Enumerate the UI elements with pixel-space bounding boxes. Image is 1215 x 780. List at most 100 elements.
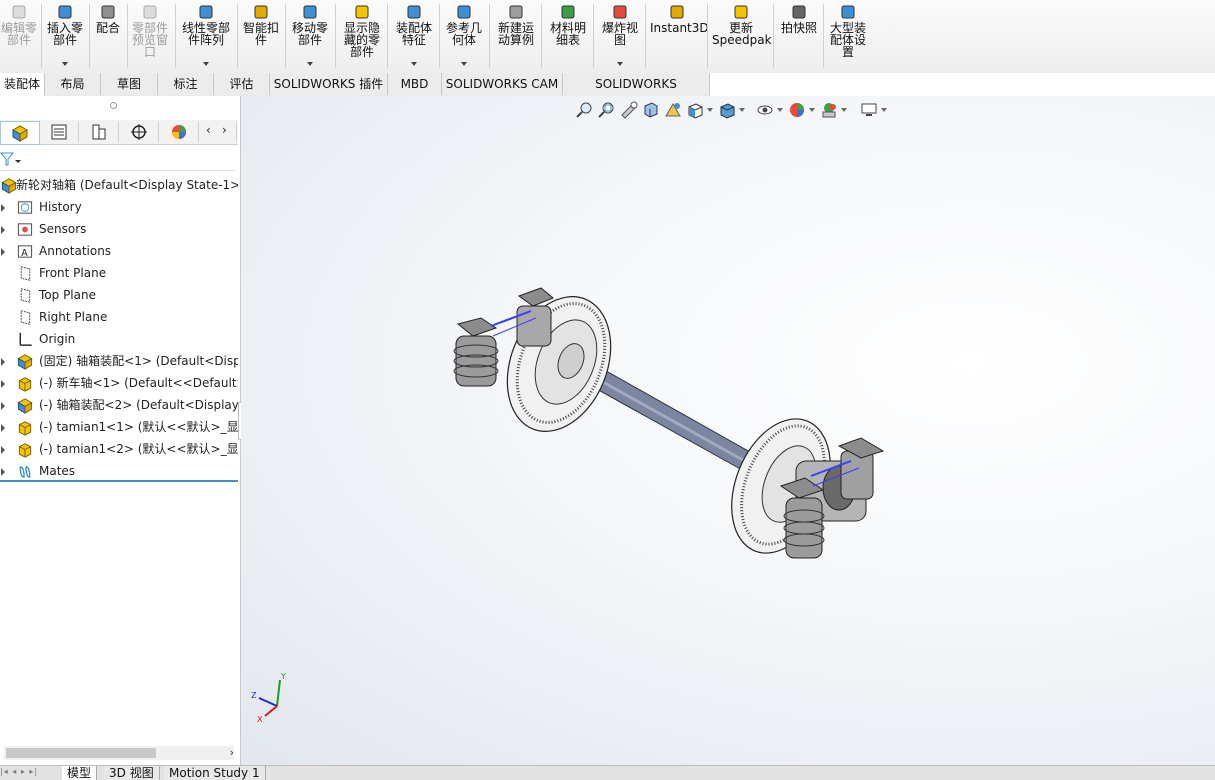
insert-part-label: 插入零 部件	[46, 21, 83, 47]
show-hidden-button[interactable]: 显示隐 藏的零 部件	[340, 0, 384, 72]
tree-item[interactable]: Front Plane	[0, 262, 238, 284]
new-motion-study-button[interactable]: 新建运 动算例	[494, 0, 538, 72]
bottom-tab-1[interactable]: 3D 视图	[104, 766, 160, 780]
dynamic-annotation-icon[interactable]	[664, 101, 682, 119]
display-manager-tab[interactable]	[160, 121, 199, 143]
assembly-tree-icon	[11, 125, 29, 142]
view-orientation-icon[interactable]	[686, 101, 704, 119]
expand-arrow-icon[interactable]	[1, 248, 5, 256]
expand-arrow-icon[interactable]	[1, 380, 5, 388]
apply-scene-dropdown-icon[interactable]	[841, 108, 847, 112]
bottom-tab-2[interactable]: Motion Study 1	[164, 766, 266, 780]
tab-4[interactable]: 评估	[214, 73, 270, 95]
chevron-right-icon[interactable]: ›	[222, 123, 227, 137]
tab-1[interactable]: 布局	[45, 73, 101, 95]
expand-arrow-icon[interactable]	[1, 402, 5, 410]
previous-view-icon[interactable]	[620, 101, 638, 119]
chevron-left-icon[interactable]: ‹	[206, 123, 211, 137]
edit-part-button[interactable]: 编辑零 部件	[0, 0, 38, 72]
edit-appearance-icon[interactable]	[788, 101, 806, 119]
snapshot-button[interactable]: 拍快照	[778, 0, 820, 72]
property-manager-tab[interactable]	[40, 121, 79, 143]
filter-icon[interactable]	[0, 151, 22, 167]
section-view-icon[interactable]	[642, 101, 660, 119]
tree-item[interactable]: (-) 新车轴<1> (Default<<Default>_	[0, 372, 238, 394]
tree-item[interactable]: Right Plane	[0, 306, 238, 328]
reference-geometry-label: 参考几 何体	[445, 21, 482, 47]
mate-label: 配合	[95, 21, 120, 35]
view-settings-dropdown-icon[interactable]	[881, 108, 887, 112]
configuration-manager-tab[interactable]	[80, 121, 119, 143]
part-preview-button[interactable]: 零部件 预览窗 口	[128, 0, 172, 72]
linear-pattern-button[interactable]: 线性零部 件阵列	[178, 0, 234, 72]
zoom-to-area-icon[interactable]	[598, 101, 616, 119]
expand-arrow-icon[interactable]	[1, 468, 5, 476]
insert-part-button[interactable]: 插入零 部件	[44, 0, 86, 72]
left-wheel[interactable]	[488, 281, 629, 447]
expand-arrow-icon[interactable]	[1, 358, 5, 366]
dimxpert-tab[interactable]	[120, 121, 159, 143]
bom-button[interactable]: 材料明 细表	[546, 0, 590, 72]
expand-arrow-icon[interactable]	[1, 446, 5, 454]
move-part-button[interactable]: 移动零 部件	[288, 0, 332, 72]
tree-root-assembly[interactable]: 新轮对轴箱 (Default<Display State-1>)	[0, 174, 238, 196]
tab-nav-arrows[interactable]: |◂ ◂ ▸ ▸|	[0, 767, 56, 779]
exploded-view-button[interactable]: 爆炸视 图	[598, 0, 642, 72]
tab-3[interactable]: 标注	[158, 73, 214, 95]
graphics-area[interactable]: ◧ ◨ ✕	[241, 96, 1215, 765]
tab-6[interactable]: MBD	[388, 73, 442, 95]
display-style-dropdown-icon[interactable]	[739, 108, 745, 112]
hide-show-dropdown-icon[interactable]	[777, 108, 783, 112]
apply-scene-icon[interactable]	[820, 101, 838, 119]
view-settings-icon[interactable]	[860, 101, 878, 119]
assembly-feature-dropdown-icon[interactable]	[411, 62, 417, 66]
tree-item[interactable]: (-) tamian1<1> (默认<<默认>_显示	[0, 416, 238, 438]
panel-splitter[interactable]	[110, 102, 117, 109]
tree-item[interactable]: Origin	[0, 328, 238, 350]
tree-item[interactable]: Top Plane	[0, 284, 238, 306]
view-orientation-dropdown-icon[interactable]	[707, 108, 713, 112]
linear-pattern-dropdown-icon[interactable]	[203, 62, 209, 66]
horizontal-scrollbar[interactable]: ›	[4, 746, 234, 760]
scrollbar-thumb[interactable]	[6, 748, 156, 758]
expand-arrow-icon[interactable]	[1, 204, 5, 212]
zoom-to-fit-icon[interactable]	[576, 101, 594, 119]
tree-item[interactable]: (-) 轴箱装配<2> (Default<Display S	[0, 394, 238, 416]
panel-tab-scroll[interactable]: ‹ ›	[200, 121, 237, 143]
part-icon	[18, 443, 32, 458]
feature-manager-tab[interactable]	[0, 121, 40, 145]
large-assembly-button[interactable]: 大型装 配体设 置	[826, 0, 870, 72]
hide-show-items-icon[interactable]	[756, 101, 774, 119]
tab-0[interactable]: 装配体	[0, 73, 45, 96]
assembly-feature-button[interactable]: 装配体 特征	[392, 0, 436, 72]
tree-item[interactable]: Sensors	[0, 218, 238, 240]
scroll-right-icon[interactable]: ›	[230, 746, 234, 759]
mate-button[interactable]: 配合	[92, 0, 124, 72]
display-style-icon[interactable]	[718, 101, 736, 119]
move-part-dropdown-icon[interactable]	[307, 62, 313, 66]
tree-item[interactable]: History	[0, 196, 238, 218]
mate-icon	[101, 5, 115, 19]
new-motion-study-icon	[509, 5, 523, 19]
tree-item[interactable]: Mates	[0, 460, 238, 482]
instant3d-button[interactable]: Instant3D	[650, 0, 709, 72]
tree-item-label: Right Plane	[39, 310, 108, 324]
exploded-view-dropdown-icon[interactable]	[617, 62, 623, 66]
tab-5[interactable]: SOLIDWORKS 插件	[270, 73, 388, 95]
tree-item[interactable]: (-) tamian1<2> (默认<<默认>_显示	[0, 438, 238, 460]
reference-geometry-button[interactable]: 参考几 何体	[442, 0, 486, 72]
tab-7[interactable]: SOLIDWORKS CAM	[442, 73, 563, 95]
bottom-tab-0[interactable]: 模型	[62, 766, 98, 780]
expand-arrow-icon[interactable]	[1, 226, 5, 234]
tab-2[interactable]: 草图	[101, 73, 158, 95]
insert-part-dropdown-icon[interactable]	[62, 62, 68, 66]
wheelset-model[interactable]	[441, 276, 911, 596]
edit-appearance-dropdown-icon[interactable]	[809, 108, 815, 112]
tree-item[interactable]: A Annotations	[0, 240, 238, 262]
expand-arrow-icon[interactable]	[1, 424, 5, 432]
reference-geometry-dropdown-icon[interactable]	[461, 62, 467, 66]
update-speedpak-button[interactable]: 更新 Speedpak	[712, 0, 772, 72]
smart-fastener-button[interactable]: 智能扣 件	[240, 0, 282, 72]
tree-item[interactable]: (固定) 轴箱装配<1> (Default<Display	[0, 350, 238, 372]
tab-8[interactable]: SOLIDWORKS Inspection	[563, 73, 710, 113]
